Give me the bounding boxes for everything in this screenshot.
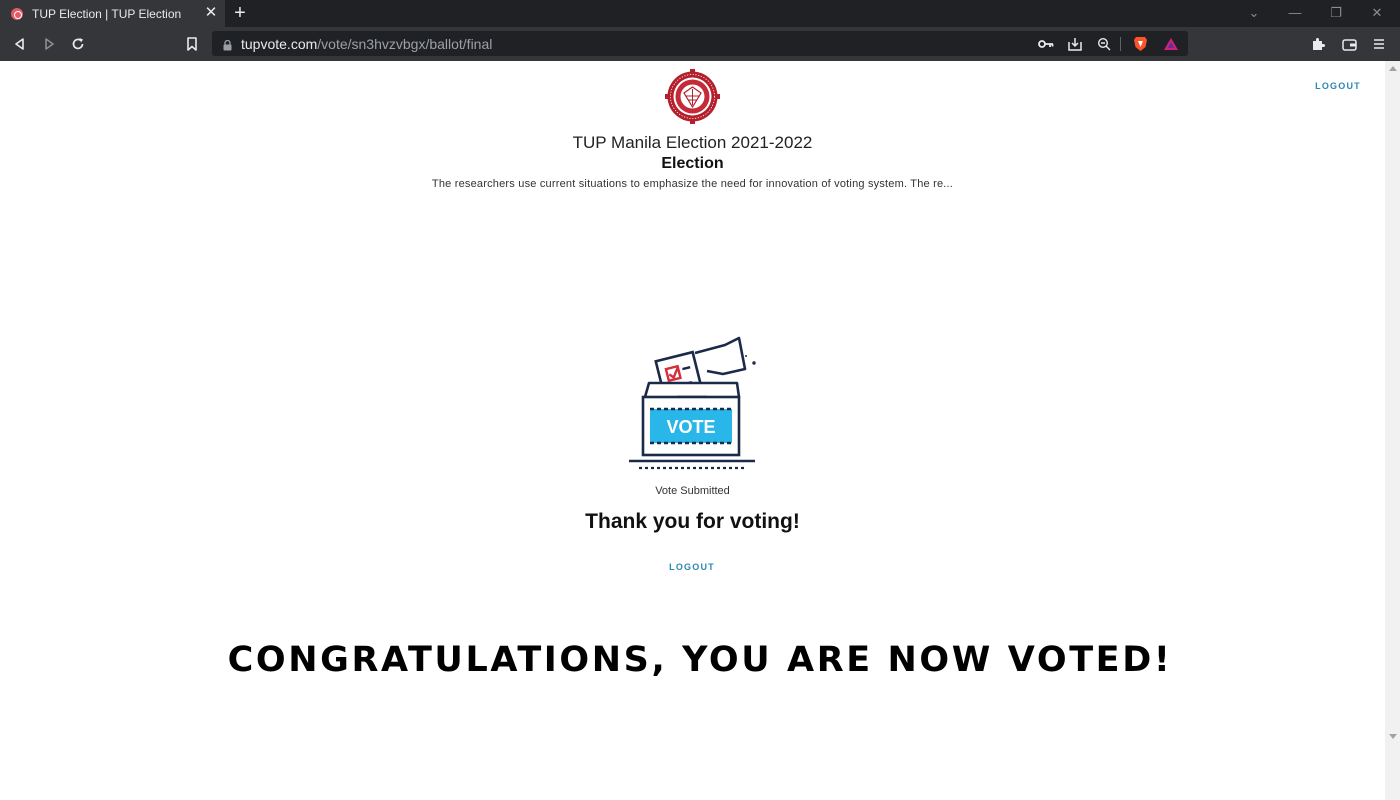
url-text: tupvote.com/vote/sn3hvzvbgx/ballot/final	[241, 36, 492, 52]
address-bar[interactable]: tupvote.com/vote/sn3hvzvbgx/ballot/final	[212, 31, 1188, 56]
menu-icon[interactable]	[1370, 35, 1388, 53]
logout-link-main[interactable]: LOGOUT	[662, 562, 722, 572]
zoom-icon[interactable]	[1095, 35, 1113, 53]
tup-logo	[664, 68, 721, 125]
reload-icon[interactable]	[69, 35, 87, 53]
tab-favicon-icon	[11, 7, 23, 20]
browser-toolbar: tupvote.com/vote/sn3hvzvbgx/ballot/final	[0, 27, 1400, 61]
brave-shield-icon[interactable]	[1131, 35, 1149, 53]
restore-button[interactable]: ❐	[1328, 5, 1344, 21]
tab-title: TUP Election | TUP Election	[32, 6, 182, 21]
tab-close-icon[interactable]: ✕	[202, 4, 220, 22]
congratulations-banner: CONGRATULATIONS, YOU ARE NOW VOTED!	[227, 640, 1173, 680]
thank-you-heading: Thank you for voting!	[585, 510, 800, 533]
scroll-down-icon[interactable]	[1389, 734, 1397, 739]
ballot-box-illustration: VOTE	[625, 335, 760, 477]
ballot-box-label: VOTE	[666, 417, 715, 437]
url-domain: tupvote.com	[241, 35, 318, 52]
bookmark-icon[interactable]	[183, 35, 201, 53]
logout-link-header[interactable]: LOGOUT	[1308, 81, 1368, 91]
new-tab-button[interactable]: +	[230, 3, 250, 23]
omnibox-divider	[1119, 35, 1121, 53]
election-description: The researchers use current situations t…	[431, 178, 954, 190]
forward-icon[interactable]	[40, 35, 58, 53]
page-scrollbar[interactable]	[1385, 61, 1400, 800]
vote-status-text: Vote Submitted	[655, 485, 730, 497]
install-icon[interactable]	[1066, 35, 1084, 53]
browser-tab[interactable]: TUP Election | TUP Election ✕	[0, 0, 225, 27]
wallet-icon[interactable]	[1340, 35, 1358, 53]
close-window-button[interactable]: ✕	[1369, 5, 1385, 21]
election-title: TUP Manila Election 2021-2022	[572, 133, 813, 152]
browser-tab-bar: TUP Election | TUP Election ✕ + ⌄ — ❐ ✕	[0, 0, 1400, 27]
tab-search-icon[interactable]: ⌄	[1246, 5, 1262, 21]
extensions-icon[interactable]	[1309, 35, 1327, 53]
key-icon[interactable]	[1037, 35, 1055, 53]
minimize-button[interactable]: —	[1287, 5, 1303, 21]
scroll-up-icon[interactable]	[1389, 66, 1397, 71]
election-subtitle: Election	[661, 155, 724, 172]
page-content: LOGOUT TUP Manila Election 2021-2022 Ele…	[0, 61, 1385, 800]
back-icon[interactable]	[11, 35, 29, 53]
brave-rewards-icon[interactable]	[1162, 35, 1180, 53]
url-path: /vote/sn3hvzvbgx/ballot/final	[317, 35, 493, 52]
lock-icon	[223, 38, 232, 51]
